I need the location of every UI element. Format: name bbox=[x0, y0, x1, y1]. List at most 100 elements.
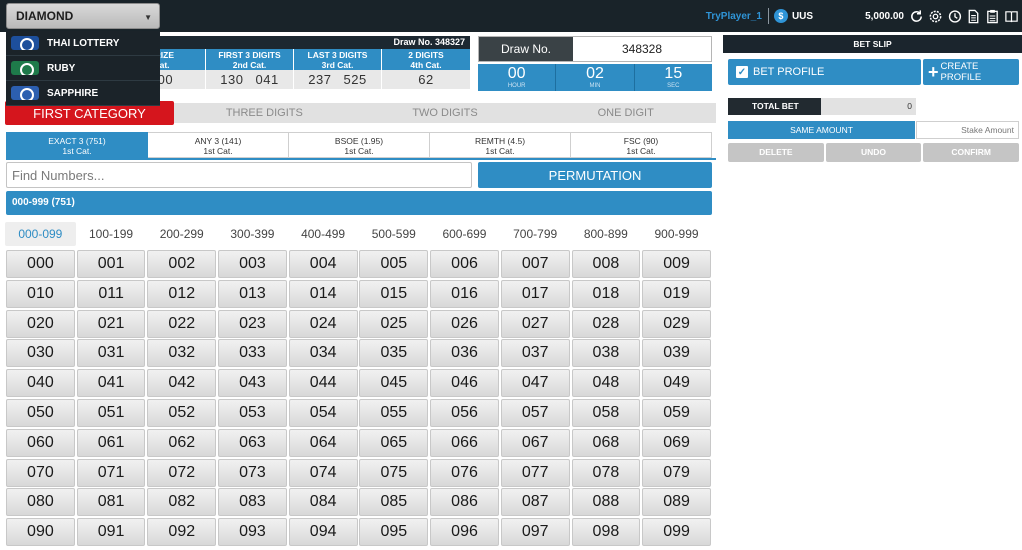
subrange-tab[interactable]: 800-899 bbox=[571, 222, 642, 246]
number-button[interactable]: 077 bbox=[500, 458, 570, 487]
subrange-tab[interactable]: 300-399 bbox=[217, 222, 288, 246]
number-button[interactable]: 045 bbox=[359, 369, 429, 398]
number-button[interactable]: 003 bbox=[218, 250, 287, 278]
number-button[interactable]: 073 bbox=[218, 458, 287, 487]
tab-three-digits[interactable]: THREE DIGITS bbox=[174, 103, 355, 123]
tab-fsc[interactable]: FSC (90) 1st Cat. bbox=[571, 132, 712, 158]
number-button[interactable]: 094 bbox=[288, 518, 358, 547]
number-button[interactable]: 006 bbox=[430, 250, 499, 278]
number-button[interactable]: 021 bbox=[76, 309, 146, 338]
number-button[interactable]: 013 bbox=[218, 279, 287, 308]
number-button[interactable]: 072 bbox=[147, 458, 217, 487]
number-button[interactable]: 047 bbox=[500, 369, 570, 398]
number-button[interactable]: 085 bbox=[359, 488, 429, 517]
number-button[interactable]: 089 bbox=[642, 488, 711, 517]
stake-amount-input[interactable]: Stake Amount bbox=[916, 121, 1019, 139]
number-button[interactable]: 064 bbox=[288, 428, 358, 457]
number-button[interactable]: 059 bbox=[642, 398, 711, 427]
number-button[interactable]: 023 bbox=[218, 309, 287, 338]
number-button[interactable]: 096 bbox=[430, 518, 499, 547]
number-button[interactable]: 048 bbox=[571, 369, 641, 398]
number-button[interactable]: 046 bbox=[430, 369, 499, 398]
product-menu-item-sapphire[interactable]: SAPPHIRE bbox=[6, 81, 160, 106]
number-button[interactable]: 080 bbox=[6, 488, 75, 517]
tab-exact-3[interactable]: EXACT 3 (751) 1st Cat. bbox=[6, 132, 148, 158]
number-button[interactable]: 091 bbox=[76, 518, 146, 547]
number-button[interactable]: 095 bbox=[359, 518, 429, 547]
number-button[interactable]: 070 bbox=[6, 458, 75, 487]
number-button[interactable]: 079 bbox=[642, 458, 711, 487]
number-button[interactable]: 035 bbox=[359, 339, 429, 368]
number-button[interactable]: 022 bbox=[147, 309, 217, 338]
number-button[interactable]: 055 bbox=[359, 398, 429, 427]
number-button[interactable]: 053 bbox=[218, 398, 287, 427]
subrange-tab[interactable]: 400-499 bbox=[288, 222, 359, 246]
number-button[interactable]: 000 bbox=[6, 250, 75, 278]
number-button[interactable]: 099 bbox=[642, 518, 711, 547]
number-button[interactable]: 024 bbox=[288, 309, 358, 338]
number-button[interactable]: 041 bbox=[76, 369, 146, 398]
number-button[interactable]: 092 bbox=[147, 518, 217, 547]
number-button[interactable]: 082 bbox=[147, 488, 217, 517]
number-button[interactable]: 042 bbox=[147, 369, 217, 398]
number-button[interactable]: 034 bbox=[288, 339, 358, 368]
number-button[interactable]: 049 bbox=[642, 369, 711, 398]
number-button[interactable]: 011 bbox=[76, 279, 146, 308]
number-button[interactable]: 066 bbox=[430, 428, 499, 457]
number-button[interactable]: 018 bbox=[571, 279, 641, 308]
number-button[interactable]: 068 bbox=[571, 428, 641, 457]
confirm-button[interactable]: CONFIRM bbox=[923, 143, 1020, 162]
number-button[interactable]: 020 bbox=[6, 309, 75, 338]
product-menu-item-thai-lottery[interactable]: THAI LOTTERY bbox=[6, 31, 160, 56]
number-button[interactable]: 054 bbox=[288, 398, 358, 427]
document-icon[interactable] bbox=[965, 8, 981, 24]
number-button[interactable]: 019 bbox=[642, 279, 711, 308]
bet-profile-button[interactable]: ✓ BET PROFILE bbox=[728, 59, 921, 85]
number-button[interactable]: 061 bbox=[76, 428, 146, 457]
number-button[interactable]: 001 bbox=[76, 250, 146, 278]
number-button[interactable]: 028 bbox=[571, 309, 641, 338]
clipboard-icon[interactable] bbox=[984, 8, 1000, 24]
history-icon[interactable] bbox=[946, 8, 962, 24]
subrange-tab[interactable]: 700-799 bbox=[500, 222, 571, 246]
tab-bsoe[interactable]: BSOE (1.95) 1st Cat. bbox=[289, 132, 430, 158]
number-button[interactable]: 097 bbox=[500, 518, 570, 547]
number-button[interactable]: 063 bbox=[218, 428, 287, 457]
number-button[interactable]: 010 bbox=[6, 279, 75, 308]
search-input[interactable] bbox=[6, 162, 472, 188]
number-button[interactable]: 027 bbox=[500, 309, 570, 338]
number-button[interactable]: 071 bbox=[76, 458, 146, 487]
number-button[interactable]: 050 bbox=[6, 398, 75, 427]
subrange-tab[interactable]: 600-699 bbox=[429, 222, 500, 246]
number-button[interactable]: 098 bbox=[571, 518, 641, 547]
number-button[interactable]: 062 bbox=[147, 428, 217, 457]
number-button[interactable]: 078 bbox=[571, 458, 641, 487]
number-button[interactable]: 012 bbox=[147, 279, 217, 308]
number-button[interactable]: 026 bbox=[430, 309, 499, 338]
number-button[interactable]: 044 bbox=[288, 369, 358, 398]
undo-button[interactable]: UNDO bbox=[825, 143, 922, 162]
refresh-icon[interactable] bbox=[908, 8, 924, 24]
number-button[interactable]: 014 bbox=[288, 279, 358, 308]
number-button[interactable]: 016 bbox=[430, 279, 499, 308]
subrange-tab[interactable]: 900-999 bbox=[641, 222, 712, 246]
subrange-tab[interactable]: 000-099 bbox=[5, 222, 76, 246]
book-icon[interactable] bbox=[1003, 8, 1019, 24]
number-button[interactable]: 005 bbox=[359, 250, 429, 278]
number-button[interactable]: 030 bbox=[6, 339, 75, 368]
number-button[interactable]: 004 bbox=[288, 250, 358, 278]
number-button[interactable]: 017 bbox=[500, 279, 570, 308]
tab-remth[interactable]: REMTH (4.5) 1st Cat. bbox=[430, 132, 571, 158]
number-button[interactable]: 052 bbox=[147, 398, 217, 427]
number-button[interactable]: 031 bbox=[76, 339, 146, 368]
number-button[interactable]: 007 bbox=[500, 250, 570, 278]
product-select[interactable]: DIAMOND ▼ bbox=[6, 3, 160, 29]
delete-button[interactable]: DELETE bbox=[728, 143, 824, 162]
number-button[interactable]: 081 bbox=[76, 488, 146, 517]
number-button[interactable]: 075 bbox=[359, 458, 429, 487]
number-button[interactable]: 090 bbox=[6, 518, 75, 547]
create-profile-button[interactable]: + CREATE PROFILE bbox=[923, 59, 1019, 85]
number-button[interactable]: 002 bbox=[147, 250, 217, 278]
number-button[interactable]: 008 bbox=[571, 250, 641, 278]
same-amount-button[interactable]: SAME AMOUNT bbox=[728, 121, 915, 139]
